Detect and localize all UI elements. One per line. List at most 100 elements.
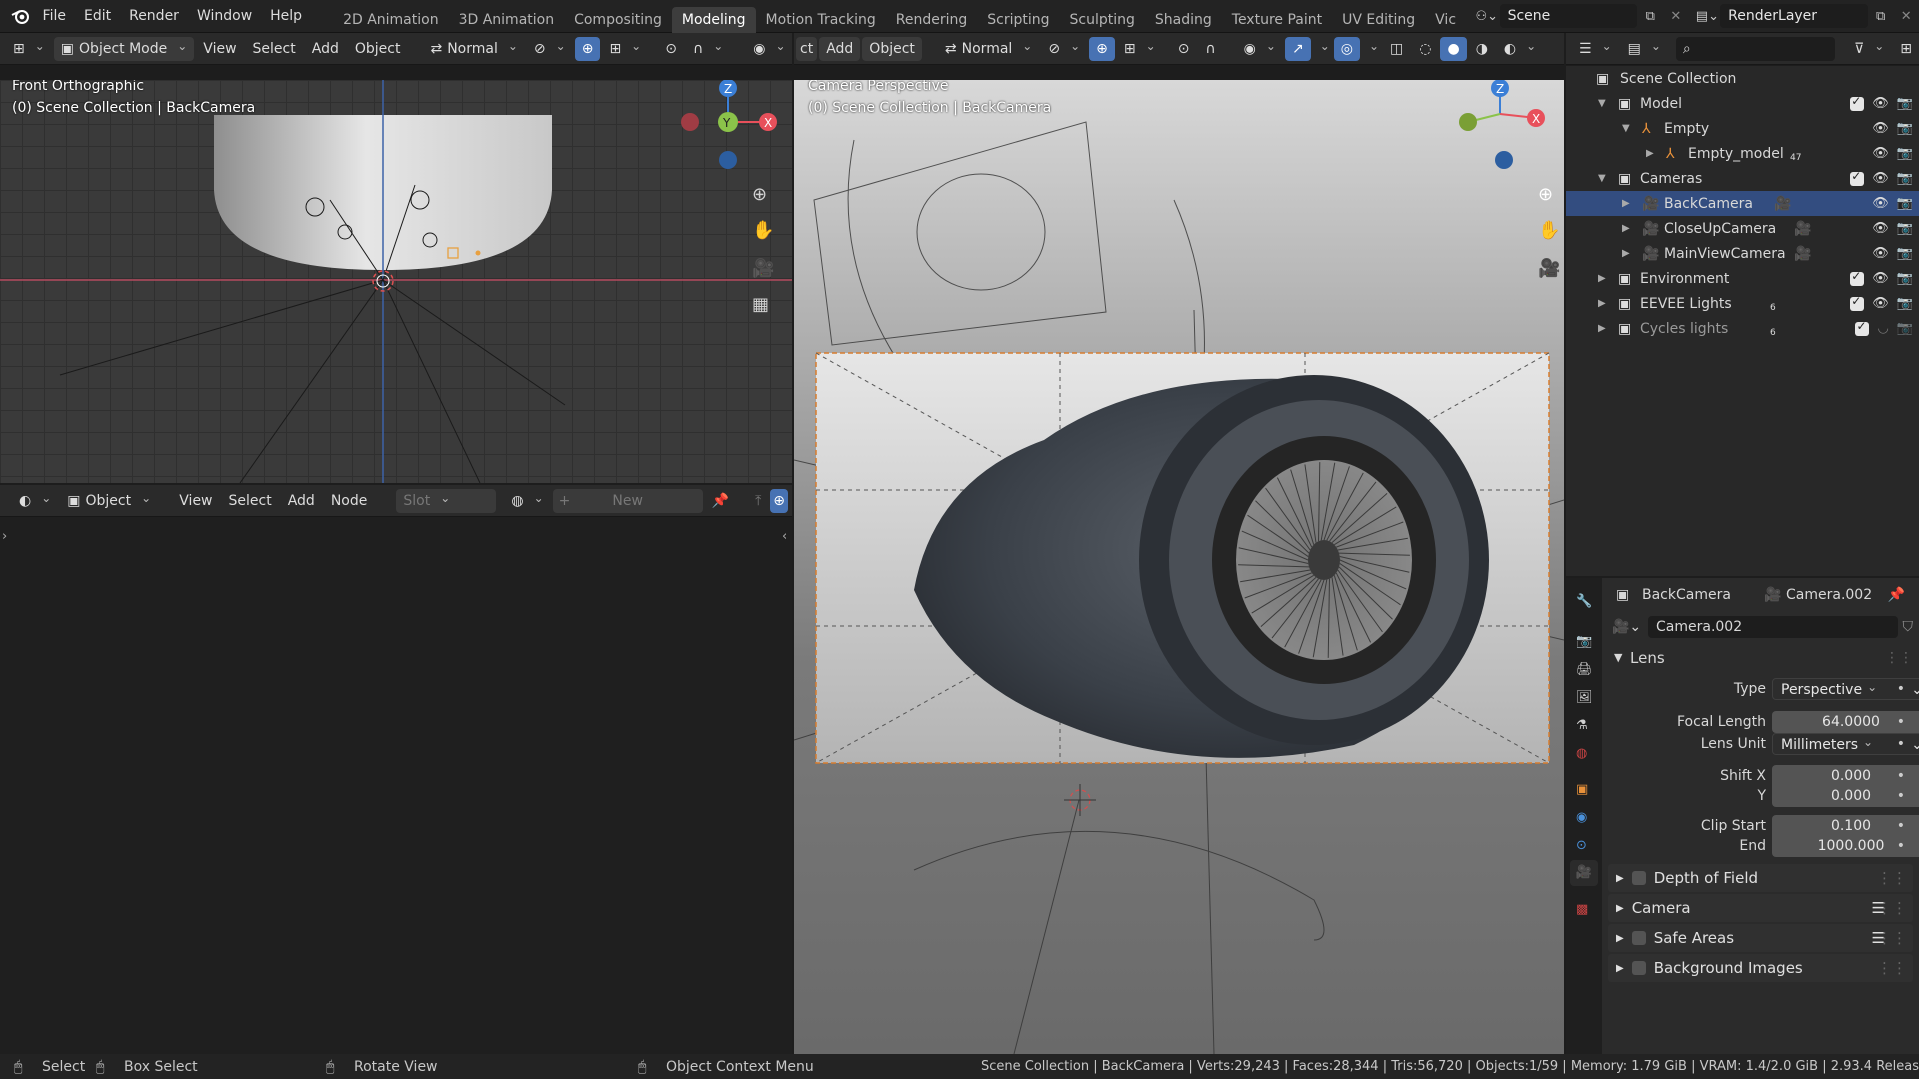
safe-areas-checkbox[interactable] — [1631, 931, 1646, 945]
outliner-item-backcamera[interactable]: ▶ 🎥 BackCamera 🎥 👁 📷 — [1566, 191, 1919, 216]
exclude-checkbox[interactable] — [1850, 269, 1865, 286]
material-shading-icon[interactable]: ◑ — [1469, 37, 1495, 61]
outliner-item-cameras[interactable]: ▼▣Cameras👁📷 — [1566, 166, 1919, 191]
scene-field[interactable]: Scene — [1499, 4, 1638, 28]
render-camera-icon[interactable]: 📷 — [1897, 121, 1913, 136]
exclude-checkbox[interactable] — [1850, 169, 1865, 186]
view-layer-field[interactable]: RenderLayer — [1720, 4, 1868, 28]
exclude-checkbox[interactable] — [1855, 319, 1870, 336]
delete-scene-icon[interactable]: ✕ — [1663, 4, 1689, 28]
constraints-tab-icon[interactable]: ⊙ — [1576, 838, 1587, 853]
new-material-button[interactable]: + New — [552, 488, 703, 513]
node-editor-type-icon[interactable]: ◐ — [12, 489, 58, 513]
tab-uv-editing[interactable]: UV Editing — [1332, 7, 1425, 33]
falloff-icon[interactable]: ∩ — [686, 37, 730, 61]
camera-view-icon[interactable]: 🎥 — [752, 258, 774, 279]
outliner-item-closeupcamera[interactable]: ▶ 🎥 CloseUpCamera 🎥 👁 📷 — [1566, 216, 1919, 241]
menu-add[interactable]: Add — [305, 37, 346, 61]
tool-tab-icon[interactable]: 🔧 — [1576, 594, 1592, 609]
bg-images-drag-icon[interactable]: ⋮⋮ — [1877, 959, 1907, 977]
render-camera-icon[interactable]: 📷 — [1897, 296, 1913, 311]
right-snap-target-icon[interactable]: ⊞ — [1117, 37, 1163, 61]
snap-target-icon[interactable]: ⊞ — [602, 37, 648, 61]
render-camera-icon[interactable]: 📷 — [1897, 246, 1913, 261]
scene-selector-icon[interactable]: ⚇⌄ — [1474, 4, 1500, 28]
eye-icon[interactable]: 👁 — [1872, 221, 1889, 236]
safe-areas-panel[interactable]: ▶ Safe Areas ☰ ⋮⋮ — [1608, 924, 1913, 952]
menu-window[interactable]: Window — [188, 0, 261, 33]
right-menu-object[interactable]: Object — [862, 36, 922, 61]
camera-data-icon[interactable]: 🎥 — [1794, 246, 1811, 262]
camera-zoom-icon[interactable]: ⊕ — [1538, 184, 1553, 205]
right-falloff-icon[interactable]: ∩ — [1198, 37, 1222, 61]
solid-shading-icon[interactable]: ● — [1440, 36, 1467, 61]
focal-anim-dot[interactable]: • — [1897, 714, 1905, 730]
delete-view-layer-icon[interactable]: ✕ — [1893, 4, 1919, 28]
outliner-search-field[interactable]: ⌕ — [1675, 36, 1835, 61]
eye-icon[interactable]: 👁 — [1872, 146, 1889, 161]
outliner-item-cycles-lights[interactable]: ▶▣Cycles lights6◡📷 — [1566, 316, 1919, 341]
camera-navigation-gizmo[interactable]: Z X — [1444, 80, 1554, 172]
camera-panel[interactable]: ▶ Camera ☰ ⋮⋮ — [1608, 894, 1913, 922]
tab-motion-tracking[interactable]: Motion Tracking — [756, 7, 886, 33]
expand-arrow-icon[interactable]: ▶ — [1622, 223, 1630, 234]
scene-tab-icon[interactable]: ⚗ — [1576, 718, 1588, 733]
transform-orientation-dropdown[interactable]: ⇄ Normal — [423, 37, 524, 61]
gizmo-toggle-icon[interactable]: ↗ — [1284, 36, 1311, 61]
xray-toggle-icon[interactable]: ◫ — [1383, 37, 1410, 61]
zoom-icon[interactable]: ⊕ — [752, 184, 767, 205]
rendered-shading-icon[interactable]: ◐ — [1497, 37, 1543, 61]
lens-panel-header[interactable]: ▼ Lens ⋮⋮ — [1602, 645, 1919, 670]
render-camera-icon[interactable]: 📷 — [1897, 221, 1913, 236]
menu-object[interactable]: Object — [348, 37, 408, 61]
material-browse-icon[interactable]: ◍ — [504, 489, 550, 513]
eye-closed-icon[interactable]: ◡ — [1877, 321, 1888, 336]
render-tab-icon[interactable]: 📷 — [1576, 634, 1592, 649]
expand-arrow-icon[interactable]: ▶ — [1622, 248, 1630, 259]
shift-x-anim-dot[interactable]: • — [1897, 768, 1905, 784]
pin-icon[interactable]: 📌 — [705, 489, 736, 513]
right-orientation-dropdown[interactable]: ⇄ Normal — [938, 37, 1039, 61]
overlay-dropdown-icon[interactable] — [1362, 37, 1381, 61]
expand-arrow-icon[interactable]: ▼ — [1598, 173, 1606, 184]
eye-icon[interactable]: 👁 — [1872, 296, 1889, 311]
right-proportional-icon[interactable]: ⊙ — [1171, 37, 1197, 61]
node-menu-node[interactable]: Node — [324, 489, 375, 513]
right-snap-icon[interactable]: ⊕ — [1089, 36, 1115, 61]
bg-images-checkbox[interactable] — [1631, 961, 1646, 975]
tab-3d-animation[interactable]: 3D Animation — [449, 7, 565, 33]
outliner-item-empty[interactable]: ▼ ⅄ Empty 👁 📷 — [1566, 116, 1919, 141]
wireframe-shading-icon[interactable]: ◌ — [1412, 37, 1438, 61]
snap-toggle-icon[interactable]: ⊕ — [574, 36, 601, 61]
fake-user-shield-icon[interactable]: ⛉ — [1903, 619, 1914, 635]
tab-rendering[interactable]: Rendering — [886, 7, 978, 33]
object-tab-icon[interactable]: ▣ — [1576, 782, 1588, 797]
expand-arrow-icon[interactable]: ▶ — [1598, 298, 1606, 309]
proportional-edit-icon[interactable]: ⊙ — [658, 37, 684, 61]
ortho-grid-icon[interactable]: ▦ — [752, 294, 769, 315]
blender-logo-icon[interactable] — [6, 4, 34, 28]
sidebar-arrow-icon-2[interactable]: ‹ — [782, 529, 787, 544]
exclude-checkbox[interactable] — [1850, 94, 1865, 111]
render-camera-icon[interactable]: 📷 — [1897, 196, 1913, 211]
eye-icon[interactable]: 👁 — [1872, 121, 1889, 136]
depth-of-field-panel[interactable]: ▶ Depth of Field ⋮⋮ — [1608, 864, 1913, 892]
lens-unit-anim-dot[interactable]: • — [1897, 736, 1905, 752]
filter-icon[interactable]: ⊽ — [1847, 37, 1891, 61]
datablock-name-field[interactable]: Camera.002 — [1648, 615, 1898, 638]
expand-arrow-icon[interactable]: ▼ — [1622, 123, 1630, 134]
right-visibility-icon[interactable]: ◉ — [1237, 37, 1283, 61]
expand-arrow-icon[interactable]: ▶ — [1646, 148, 1654, 159]
tab-shading[interactable]: Shading — [1145, 7, 1222, 33]
outliner-item-mainviewcamera[interactable]: ▶ 🎥 MainViewCamera 🎥 👁 📷 — [1566, 241, 1919, 266]
node-menu-add[interactable]: Add — [281, 489, 322, 513]
menu-render[interactable]: Render — [120, 0, 188, 33]
menu-select[interactable]: Select — [246, 37, 303, 61]
drag-handle-icon[interactable]: ⋮⋮ — [1885, 650, 1913, 666]
outliner-scene-collection[interactable]: ▣ Scene Collection — [1566, 66, 1919, 91]
view-layer-icon[interactable]: ▤⌄ — [1695, 4, 1721, 28]
outliner-editor-type-icon[interactable]: ☰ — [1572, 37, 1619, 61]
dof-drag-icon[interactable]: ⋮⋮ — [1877, 869, 1907, 887]
tab-sculpting[interactable]: Sculpting — [1060, 7, 1145, 33]
menu-help[interactable]: Help — [261, 0, 311, 33]
